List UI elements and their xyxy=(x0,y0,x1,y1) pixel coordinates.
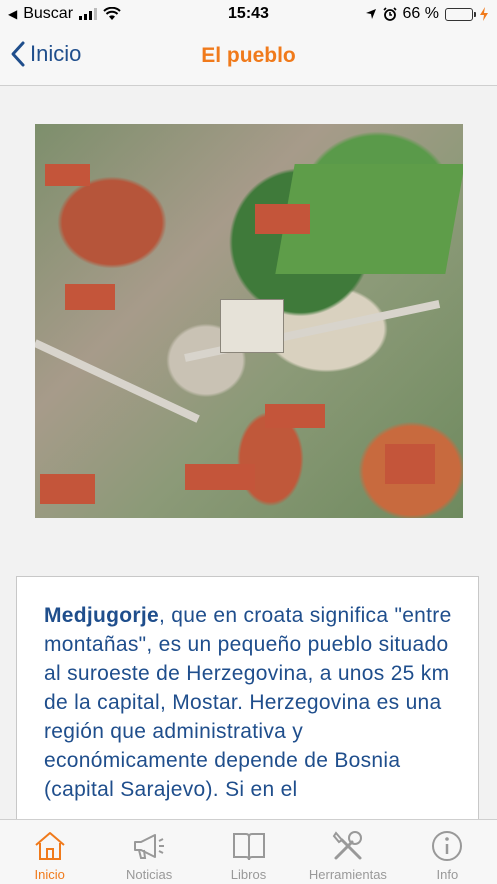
charging-bolt-icon xyxy=(480,7,488,21)
tab-inicio[interactable]: Inicio xyxy=(0,820,99,884)
chevron-left-icon xyxy=(11,41,25,67)
location-arrow-icon xyxy=(365,9,376,19)
photo-road xyxy=(35,339,200,423)
photo-roof xyxy=(185,464,255,490)
photo-church xyxy=(220,299,284,353)
tab-label: Inicio xyxy=(34,867,65,882)
tab-label: Info xyxy=(436,867,459,882)
signal-icon xyxy=(79,8,98,20)
alarm-clock-icon xyxy=(382,7,397,21)
tools-icon xyxy=(332,831,362,860)
wifi-icon xyxy=(103,7,121,20)
photo-roof xyxy=(40,474,95,504)
tab-info[interactable]: Info xyxy=(398,820,497,884)
battery-percent: 66 % xyxy=(402,5,439,22)
back-button[interactable]: Inicio xyxy=(10,40,81,68)
tab-libros[interactable]: Libros xyxy=(199,820,298,884)
article-text-card: Medjugorje, que en croata significa "ent… xyxy=(16,576,479,819)
navigation-bar: Inicio El pueblo xyxy=(0,30,497,86)
tab-label: Herramientas xyxy=(308,867,387,882)
tab-noticias[interactable]: Noticias xyxy=(99,820,198,884)
battery-icon xyxy=(445,7,476,21)
status-right: 66 % xyxy=(365,5,489,23)
article-text: Medjugorje, que en croata significa "ent… xyxy=(44,604,452,801)
megaphone-icon xyxy=(134,834,165,859)
status-left: ◀ Buscar xyxy=(8,5,121,23)
article-body: , que en croata significa "entre montaña… xyxy=(44,604,452,801)
village-aerial-photo xyxy=(35,124,463,518)
photo-roof xyxy=(255,204,310,234)
photo-roof xyxy=(385,444,435,484)
tab-bar: Inicio Noticias Libros Herramientas Info xyxy=(0,819,497,884)
status-bar: ◀ Buscar 15:43 66 % xyxy=(0,0,497,30)
photo-roof xyxy=(265,404,325,428)
tab-label: Libros xyxy=(230,867,267,882)
carrier-label[interactable]: Buscar xyxy=(23,5,73,23)
back-to-app-icon[interactable]: ◀ xyxy=(8,7,17,21)
house-icon xyxy=(35,832,65,860)
back-button-label: Inicio xyxy=(30,41,82,66)
content-scroll-area[interactable]: Medjugorje, que en croata significa "ent… xyxy=(0,86,497,819)
tab-label: Noticias xyxy=(125,867,173,882)
photo-roof xyxy=(65,284,115,310)
tab-herramientas[interactable]: Herramientas xyxy=(298,820,397,884)
info-icon xyxy=(432,831,463,861)
article-lead-bold: Medjugorje xyxy=(44,604,160,627)
photo-roof xyxy=(45,164,90,186)
book-icon xyxy=(232,833,265,861)
